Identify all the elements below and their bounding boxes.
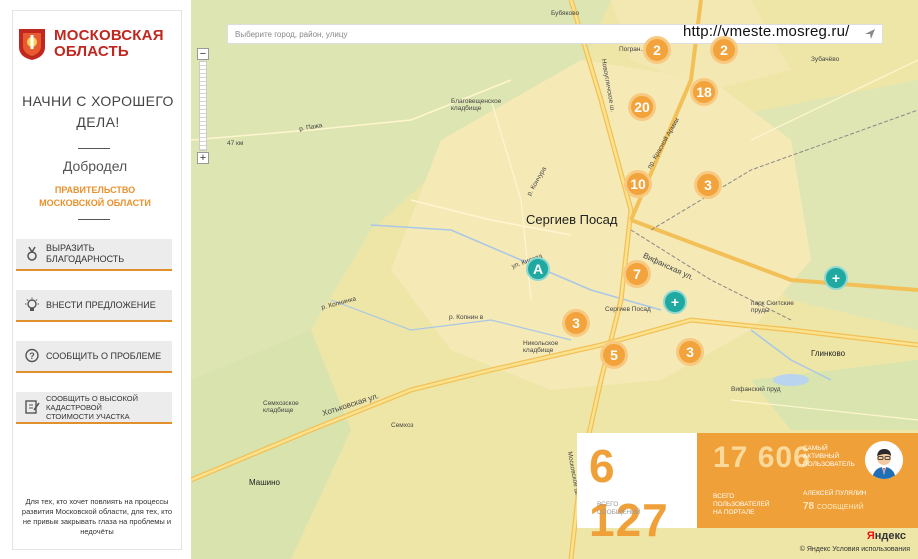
- document-edit-icon: [25, 400, 40, 414]
- users-caption: ВСЕГО ПОЛЬЗОВАТЕЛЕЙ НА ПОРТАЛЕ: [713, 493, 770, 517]
- footnote: Для тех, кто хочет повлиять на процессы …: [21, 497, 173, 536]
- message-cluster[interactable]: 20: [628, 93, 656, 121]
- category-marker-a-icon[interactable]: A: [526, 257, 550, 281]
- logo-text: МОСКОВСКАЯ ОБЛАСТЬ: [54, 28, 164, 60]
- label-km: 47 км: [227, 140, 244, 147]
- label-mashino: Машино: [249, 478, 280, 487]
- messages-count: 6 127: [589, 440, 669, 546]
- yandex-logo-rest: ндекс: [874, 530, 906, 542]
- suggest-button[interactable]: ВНЕСТИ ПРЕДЛОЖЕНИЕ: [16, 290, 172, 322]
- users-stat: 17 606 ВСЕГО ПОЛЬЗОВАТЕЛЕЙ НА ПОРТАЛЕ СА…: [697, 433, 918, 528]
- label-semkhoz: Семхоз: [391, 422, 414, 429]
- avatar[interactable]: [865, 441, 903, 479]
- sidebar: МОСКОВСКАЯ ОБЛАСТЬ НАЧНИ С ХОРОШЕГО ДЕЛА…: [12, 10, 182, 550]
- cadastral-report-button[interactable]: СООБЩИТЬ О ВЫСОКОЙ КАДАСТРОВОЙ СТОИМОСТИ…: [16, 392, 172, 424]
- label-bubyakovo: Бубяково: [551, 10, 580, 17]
- coat-of-arms-icon: [19, 29, 45, 60]
- slogan-line-2: ДЕЛА!: [76, 114, 120, 130]
- page: МОСКОВСКАЯ ОБЛАСТЬ НАЧНИ С ХОРОШЕГО ДЕЛА…: [0, 0, 918, 559]
- label-park: парк Скитские пруды: [751, 300, 794, 314]
- zoom-control[interactable]: − +: [197, 48, 209, 164]
- message-cluster[interactable]: 3: [676, 338, 704, 366]
- active-line-2: АКТИВНЫЙ: [803, 453, 840, 460]
- label-zubachevo: Зубачёво: [811, 56, 840, 63]
- report-problem-label: СООБЩИТЬ О ПРОБЛЕМЕ: [46, 350, 162, 361]
- yandex-logo[interactable]: Яндекс: [867, 530, 906, 542]
- label-vifanskiy-prud: Вифанский пруд: [731, 386, 781, 393]
- message-cluster[interactable]: 2: [643, 36, 671, 64]
- logo-line-1: МОСКОВСКАЯ: [54, 27, 164, 44]
- medal-icon: [27, 246, 37, 261]
- government-label: ПРАВИТЕЛЬСТВО МОСКОВСКОЙ ОБЛАСТИ: [13, 184, 177, 210]
- stats-panel: 6 127 ВСЕГО СООБЩЕНИЙ 17 606 ВСЕГО ПОЛЬЗ…: [577, 433, 918, 546]
- locate-arrow-icon[interactable]: [864, 28, 876, 40]
- city-label: Сергиев Посад: [526, 212, 618, 227]
- messages-caption-line-2: СООБЩЕНИЙ: [597, 509, 641, 516]
- messages-caption: ВСЕГО СООБЩЕНИЙ: [597, 501, 640, 517]
- messages-stat: 6 127 ВСЕГО СООБЩЕНИЙ: [577, 433, 697, 546]
- thank-button-label: ВЫРАЗИТЬ БЛАГОДАРНОСТЬ: [46, 243, 125, 264]
- slogan-line-1: НАЧНИ С ХОРОШЕГО: [22, 93, 174, 109]
- logo-line-2: ОБЛАСТЬ: [54, 43, 129, 60]
- label-blagoveshchenskoe: Благовещенское кладбище: [451, 98, 502, 112]
- active-user-count-unit: СООБЩЕНИЙ: [816, 504, 864, 511]
- zoom-slider[interactable]: [199, 61, 207, 151]
- map-terms-link[interactable]: © Яндекс Условия использования: [800, 546, 910, 553]
- active-line-1: САМЫЙ: [803, 445, 828, 452]
- message-cluster[interactable]: 5: [600, 341, 628, 369]
- divider: [78, 148, 110, 149]
- messages-caption-line-1: ВСЕГО: [597, 501, 619, 508]
- users-caption-line-1: ВСЕГО: [713, 493, 735, 500]
- government-line-1: ПРАВИТЕЛЬСТВО: [54, 185, 136, 195]
- message-cluster[interactable]: 18: [690, 78, 718, 106]
- users-caption-line-3: НА ПОРТАЛЕ: [713, 509, 755, 516]
- map-search-placeholder: Выберите город, район, улицу: [235, 29, 348, 39]
- slogan: НАЧНИ С ХОРОШЕГО ДЕЛА!: [13, 91, 183, 133]
- medical-kit-icon[interactable]: +: [663, 290, 687, 314]
- zoom-out-button[interactable]: −: [197, 48, 209, 60]
- active-user-name[interactable]: АЛЕКСЕЙ ПУЛЯЛИН: [803, 490, 866, 497]
- cadastral-label-line-2: СТОИМОСТИ УЧАСТКА: [46, 411, 130, 421]
- message-cluster[interactable]: 3: [562, 309, 590, 337]
- message-cluster[interactable]: 7: [623, 260, 651, 288]
- active-user-caption: САМЫЙ АКТИВНЫЙ ПОЛЬЗОВАТЕЛЬ: [803, 445, 855, 469]
- users-caption-line-2: ПОЛЬЗОВАТЕЛЕЙ: [713, 501, 770, 508]
- lightbulb-icon: [25, 297, 39, 311]
- thank-button[interactable]: ВЫРАЗИТЬ БЛАГОДАРНОСТЬ: [16, 239, 172, 271]
- users-count: 17 606: [713, 441, 811, 474]
- label-kopnino: р. Копнин в: [449, 314, 484, 321]
- dobrodel-title: Добродел: [62, 158, 128, 174]
- cadastral-report-label: СООБЩИТЬ О ВЫСОКОЙ КАДАСТРОВОЙ СТОИМОСТИ…: [46, 394, 172, 421]
- question-bubble-icon: ?: [25, 348, 39, 363]
- site-url[interactable]: http://vmeste.mosreg.ru/: [683, 23, 850, 40]
- logo[interactable]: МОСКОВСКАЯ ОБЛАСТЬ: [17, 27, 164, 61]
- report-problem-button[interactable]: ? СООБЩИТЬ О ПРОБЛЕМЕ: [16, 341, 172, 373]
- message-cluster[interactable]: 2: [710, 36, 738, 64]
- active-user-count-value: 78: [803, 501, 815, 512]
- active-line-3: ПОЛЬЗОВАТЕЛЬ: [803, 461, 855, 468]
- medical-kit-icon[interactable]: +: [824, 266, 848, 290]
- message-cluster[interactable]: 3: [694, 171, 722, 199]
- divider: [78, 219, 110, 220]
- suggest-button-label: ВНЕСТИ ПРЕДЛОЖЕНИЕ: [46, 299, 156, 310]
- label-nikolskoe: Никольское кладбище: [523, 340, 559, 354]
- yandex-logo-letter: Я: [866, 530, 875, 542]
- label-glinkovo: Глинково: [811, 349, 846, 358]
- government-line-2: МОСКОВСКОЙ ОБЛАСТИ: [39, 198, 151, 208]
- message-cluster[interactable]: 10: [624, 170, 652, 198]
- svg-text:?: ?: [29, 351, 35, 361]
- label-station: Сергиев Посад: [605, 306, 651, 313]
- active-user-count: 78 СООБЩЕНИЙ: [803, 501, 864, 512]
- zoom-in-button[interactable]: +: [197, 152, 209, 164]
- label-semkhozskoe: Семхозское кладбище: [263, 400, 299, 414]
- cadastral-label-line-1: СООБЩИТЬ О ВЫСОКОЙ КАДАСТРОВОЙ: [46, 393, 139, 412]
